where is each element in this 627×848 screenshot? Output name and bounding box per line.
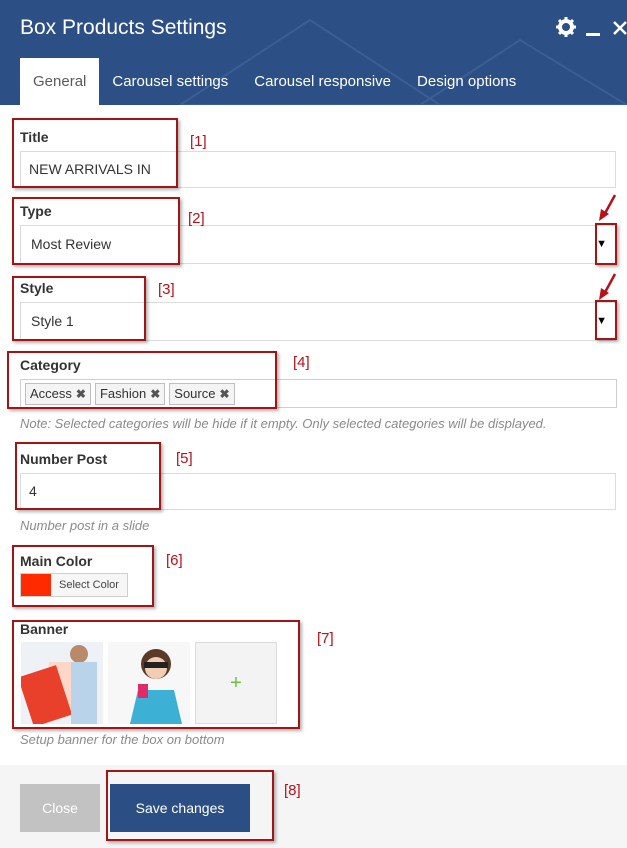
close-button[interactable]: Close: [20, 784, 100, 832]
category-note: Note: Selected categories will be hide i…: [20, 416, 547, 431]
marker-1: [1]: [190, 133, 207, 150]
banner-note: Setup banner for the box on bottom: [20, 732, 225, 747]
marker-3: [3]: [158, 281, 175, 298]
marker-6: [6]: [166, 552, 183, 569]
dialog-footer: Close Save changes [8]: [0, 765, 627, 848]
general-panel: Title NEW ARRIVALS IN [1] Type Most Revi…: [0, 105, 627, 765]
annotation-box-1: [12, 118, 178, 188]
marker-4: [4]: [293, 354, 310, 371]
annotation-box-6: [12, 545, 154, 607]
annotation-box-style-arrow: [595, 300, 617, 340]
tab-design-options[interactable]: Design options: [404, 58, 529, 105]
minimize-icon[interactable]: [586, 33, 600, 36]
number-post-note: Number post in a slide: [20, 518, 150, 533]
marker-5: [5]: [176, 450, 193, 467]
marker-8: [8]: [284, 782, 301, 799]
tab-carousel-settings[interactable]: Carousel settings: [99, 58, 241, 105]
dialog-title: Box Products Settings: [20, 16, 227, 39]
dialog-header: Box Products Settings General Carousel s…: [0, 0, 627, 105]
annotation-box-2: [12, 197, 180, 265]
annotation-box-7: [12, 620, 300, 729]
annotation-box-8: [106, 770, 274, 841]
gear-icon[interactable]: [555, 16, 577, 38]
pointer-arrow-icon: [599, 273, 617, 300]
tab-general[interactable]: General: [20, 58, 100, 105]
marker-7: [7]: [317, 630, 334, 647]
annotation-box-4: [7, 351, 277, 409]
annotation-box-3: [12, 276, 146, 341]
tab-bar: General Carousel settings Carousel respo…: [20, 58, 529, 105]
close-icon[interactable]: [612, 20, 627, 36]
annotation-box-5: [15, 442, 161, 510]
tab-carousel-responsive[interactable]: Carousel responsive: [241, 58, 404, 105]
annotation-box-type-arrow: [595, 223, 617, 265]
marker-2: [2]: [188, 210, 205, 227]
pointer-arrow-icon: [599, 194, 617, 221]
